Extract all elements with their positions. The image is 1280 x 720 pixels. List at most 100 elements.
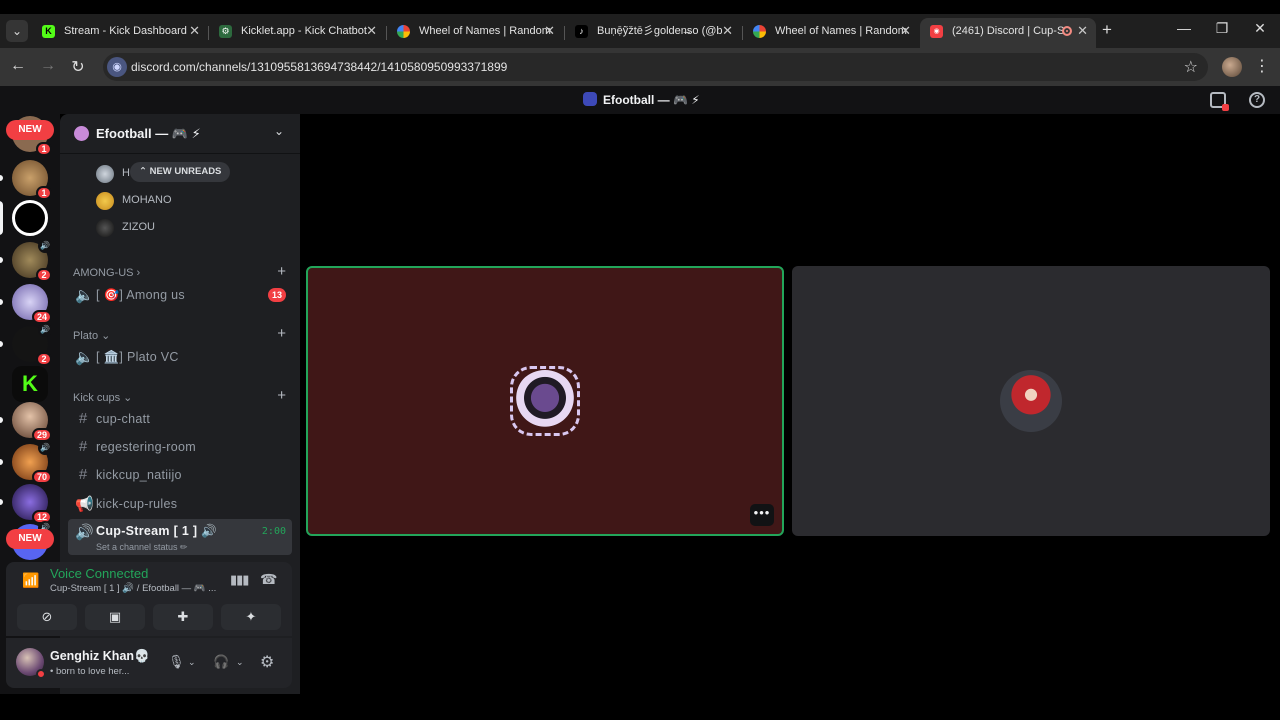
add-channel-icon[interactable]: +: [277, 263, 286, 280]
new-tab-button[interactable]: +: [1102, 20, 1112, 40]
unread-pill: [0, 499, 3, 505]
kick-icon: K: [42, 25, 55, 38]
address-bar[interactable]: ◉ discord.com/channels/13109558136947384…: [103, 53, 1208, 81]
browser-tab-wheel-of-names-2[interactable]: Wheel of Names | Random ✕: [743, 18, 919, 48]
user-name[interactable]: Genghiz Khan💀: [50, 649, 150, 664]
category-kick-cups[interactable]: Kick cups ⌄ +: [73, 387, 288, 406]
server-icon[interactable]: 🔊 2: [0, 323, 52, 366]
back-button[interactable]: ←: [8, 57, 28, 75]
chevron-down-icon[interactable]: ⌄: [274, 124, 284, 138]
gear-icon[interactable]: ⚙: [260, 652, 274, 672]
more-options-icon[interactable]: •••: [750, 504, 774, 526]
add-channel-icon[interactable]: +: [277, 387, 286, 404]
browser-tab-discord[interactable]: ◉ (2461) Discord | Cup-S ✕: [920, 18, 1096, 48]
restore-button[interactable]: ❐: [1212, 20, 1232, 37]
mention-badge: 1: [36, 186, 52, 200]
browser-tab-kicklet[interactable]: ⚙ Kicklet.app - Kick Chatbot ✕: [209, 18, 385, 48]
voice-status[interactable]: Voice Connected: [50, 566, 148, 581]
speaker-icon: 🔊: [38, 323, 52, 337]
tab-search-button[interactable]: ⌄: [6, 20, 28, 42]
channel-regestering-room[interactable]: # regestering-room: [68, 434, 292, 460]
close-icon[interactable]: ✕: [366, 18, 377, 44]
server-icon[interactable]: 29: [0, 402, 52, 442]
disconnect-icon[interactable]: ☎: [260, 571, 277, 588]
kick-server-icon[interactable]: K: [12, 366, 48, 402]
server-icon[interactable]: 🔊 2: [0, 239, 52, 282]
channel-cup-chatt[interactable]: # cup-chatt: [68, 406, 292, 432]
new-unreads-button[interactable]: ⌃ NEW UNREADS: [130, 162, 231, 182]
status-dot: [36, 669, 46, 679]
headphones-icon[interactable]: 🎧: [213, 654, 229, 670]
site-info-icon[interactable]: ◉: [107, 57, 127, 77]
kick-logo: K: [12, 366, 48, 402]
channel-name: kickcup_natiijo: [96, 468, 182, 482]
guild-header[interactable]: Efootball — 🎮 ⚡ ⌄: [60, 114, 300, 154]
channel-plato-vc[interactable]: 🔈 [ 🏛️] Plato VC: [68, 344, 292, 370]
close-icon[interactable]: ✕: [544, 18, 555, 44]
signal-icon[interactable]: 📶: [22, 572, 39, 589]
voice-user[interactable]: ZIZOU: [96, 218, 276, 238]
wheel-icon: [397, 25, 410, 38]
channel-cup-stream[interactable]: 🔊 Cup-Stream [ 1 ] 🔊 2:00 Set a channel …: [68, 519, 292, 555]
unread-pill: [0, 459, 3, 465]
microphone-icon[interactable]: 🎙: [168, 654, 185, 670]
category-label: Plato ⌄: [73, 330, 111, 342]
browser-tab-bar: ⌄ K Stream - Kick Dashboard ✕ ⚙ Kicklet.…: [0, 14, 1280, 48]
browser-tab-wheel-of-names-1[interactable]: Wheel of Names | Random ✕: [387, 18, 563, 48]
new-badge-top[interactable]: NEW: [6, 120, 54, 140]
efootball-server-icon[interactable]: [0, 200, 48, 236]
chevron-down-icon[interactable]: ⌄: [188, 657, 196, 668]
channel-kick-cup-rules[interactable]: 📢 kick-cup-rules: [68, 491, 292, 517]
discord-icon: ◉: [930, 25, 943, 38]
window-close-button[interactable]: ✕: [1250, 20, 1270, 37]
category-among-us[interactable]: AMONG-US › +: [73, 263, 288, 282]
channel-kickcup-natiijo[interactable]: # kickcup_natiijo: [68, 462, 292, 488]
participant-tile-speaking[interactable]: •••: [306, 266, 784, 536]
browser-tab-kick-dashboard[interactable]: K Stream - Kick Dashboard ✕: [32, 18, 208, 48]
screen-share-button[interactable]: ▣: [85, 604, 145, 630]
channel-status-prompt[interactable]: Set a channel status ✏: [96, 542, 188, 553]
minimize-button[interactable]: —: [1174, 20, 1194, 36]
server-icon[interactable]: 🔊 70: [0, 441, 52, 484]
channel-among-us[interactable]: 🔈 [ 🎯] Among us 13: [68, 282, 292, 308]
megaphone-icon: 📢: [75, 496, 94, 513]
category-plato[interactable]: Plato ⌄ +: [73, 325, 288, 344]
voice-channel-path[interactable]: Cup-Stream [ 1 ] 🔊 / Efootball — 🎮 ...: [50, 583, 216, 594]
close-icon[interactable]: ✕: [1077, 18, 1088, 44]
url-text[interactable]: discord.com/channels/1310955813694738442…: [131, 60, 507, 74]
close-icon[interactable]: ✕: [900, 18, 911, 44]
noise-suppression-icon[interactable]: ▮▮▮: [230, 572, 249, 588]
help-icon[interactable]: ?: [1249, 92, 1265, 108]
participant-tile[interactable]: [792, 266, 1270, 536]
soundboard-button[interactable]: ✦: [221, 604, 281, 630]
server-icon[interactable]: 24: [0, 284, 52, 324]
tab-title: Kicklet.app - Kick Chatbot: [241, 25, 367, 37]
new-badge-bottom[interactable]: NEW: [6, 529, 54, 549]
voice-user[interactable]: MOHANO: [96, 191, 276, 211]
server-icon[interactable]: 12: [0, 484, 52, 524]
participant-avatar: [514, 370, 576, 432]
chevron-down-icon[interactable]: ⌄: [236, 657, 244, 668]
window-title-text: Efootball — 🎮 ⚡: [603, 93, 700, 107]
forward-button[interactable]: →: [38, 57, 58, 75]
reload-button[interactable]: ↻: [68, 57, 88, 77]
wheel-icon: [753, 25, 766, 38]
inbox-icon[interactable]: [1210, 92, 1229, 111]
profile-avatar[interactable]: [1222, 57, 1242, 77]
activities-button[interactable]: ✚: [153, 604, 213, 630]
browser-menu-icon[interactable]: ⋮: [1254, 56, 1270, 76]
add-channel-icon[interactable]: +: [277, 325, 286, 342]
tab-title: Wheel of Names | Random: [419, 25, 551, 37]
hashtag-icon: #: [78, 466, 88, 483]
kicklet-icon: ⚙: [219, 25, 232, 38]
unread-pill: [0, 341, 3, 347]
guild-name: Efootball — 🎮 ⚡: [96, 126, 201, 141]
server-icon[interactable]: 1: [0, 160, 52, 200]
camera-off-button[interactable]: ⊘: [17, 604, 77, 630]
tab-title: Stream - Kick Dashboard: [64, 25, 187, 37]
browser-tab-tiktok[interactable]: ♪ Buṇẹ̄ỹžtē彡golden̶so (@b ✕: [565, 18, 741, 48]
close-icon[interactable]: ✕: [722, 18, 733, 44]
window-title: Efootball — 🎮 ⚡: [583, 92, 700, 107]
close-icon[interactable]: ✕: [189, 18, 200, 44]
bookmark-star-icon[interactable]: ☆: [1184, 57, 1198, 77]
